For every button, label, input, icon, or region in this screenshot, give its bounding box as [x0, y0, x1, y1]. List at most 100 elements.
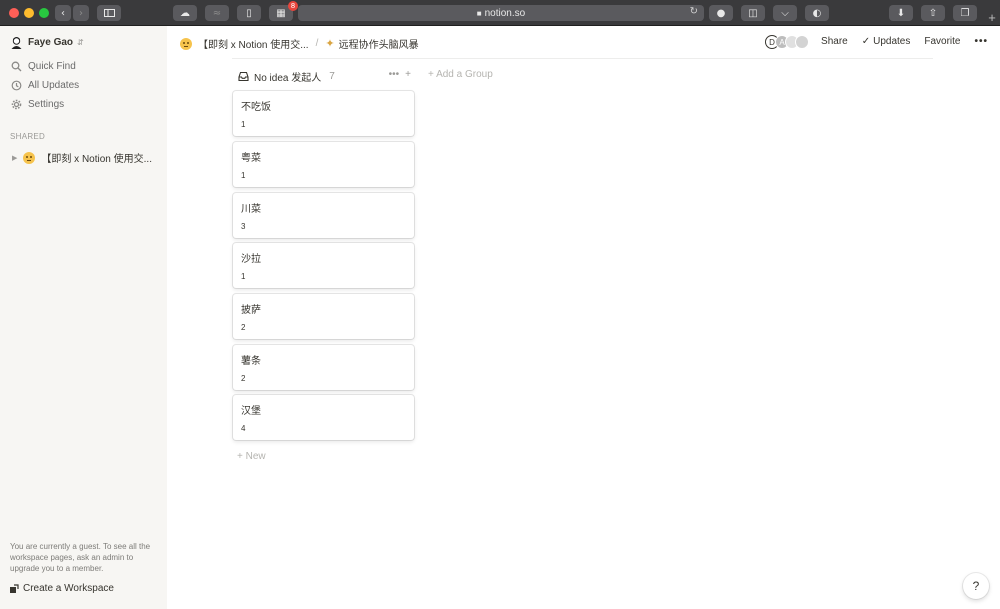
sidebar-item-label: All Updates — [28, 80, 80, 91]
sidebar-item-label: Settings — [28, 99, 65, 110]
party-popper-icon: ✦ — [325, 37, 335, 50]
face-emoji-icon — [23, 151, 36, 164]
browser-titlebar: ‹ › ☁ ≈ ▯ ▦ 8 ■ notion.so ↻ ● ◫ ⌵ ◐ ⬇ ⇧ … — [0, 0, 1000, 26]
new-card-button[interactable]: + New — [237, 451, 266, 462]
face-emoji-icon — [180, 37, 192, 50]
expand-triangle-icon[interactable]: ▶ — [12, 154, 17, 162]
board-card[interactable]: 川菜 3 — [233, 193, 414, 238]
add-group-button[interactable]: + Add a Group — [428, 69, 493, 80]
extension-button-3[interactable]: ● — [709, 5, 733, 21]
avatar — [11, 37, 22, 49]
extension-button-5[interactable]: ◐ — [805, 5, 829, 21]
breadcrumb-current[interactable]: 远程协作头脑风暴 — [339, 36, 419, 51]
browser-forward-button[interactable]: › — [73, 5, 89, 21]
notification-badge: 8 — [288, 1, 298, 11]
address-bar[interactable]: ■ notion.so ↻ — [298, 5, 704, 21]
card-title: 汉堡 — [241, 406, 261, 417]
chevron-updown-icon: ⇵ — [77, 38, 84, 47]
sidebar-toggle-button[interactable] — [97, 5, 121, 21]
breadcrumb-separator: / — [315, 38, 319, 49]
reload-icon[interactable]: ↻ — [690, 6, 698, 17]
sidebar: Faye Gao ⇵ Quick Find All Updates Settin… — [0, 26, 167, 609]
card-value: 3 — [241, 222, 246, 231]
pocket-icon: ⌵ — [781, 7, 789, 19]
favorite-button[interactable]: Favorite — [924, 36, 960, 47]
more-options-button[interactable]: ••• — [974, 36, 988, 47]
tabs-icon: ❐ — [960, 7, 970, 19]
group-name: No idea 发起人 — [254, 72, 322, 84]
share-sheet-button[interactable]: ⇧ — [921, 5, 945, 21]
plus-icon: + — [988, 10, 996, 25]
sidebar-item-settings[interactable]: Settings — [11, 99, 64, 110]
new-tab-button[interactable]: + — [984, 10, 1000, 26]
breadcrumb: 【即刻 x Notion 使用交... / ✦ 远程协作头脑风暴 — [180, 36, 419, 51]
sidebar-item-quick-find[interactable]: Quick Find — [11, 61, 76, 72]
card-title: 不吃饭 — [241, 102, 271, 113]
board-card[interactable]: 不吃饭 1 — [233, 91, 414, 136]
chevron-left-icon: ‹ — [61, 7, 65, 19]
board-card[interactable]: 薯条 2 — [233, 345, 414, 390]
card-value: 4 — [241, 424, 246, 433]
sidebar-shared-page[interactable]: ▶ 【即刻 x Notion 使用交... — [12, 150, 152, 165]
card-title: 沙拉 — [241, 254, 261, 265]
board-card[interactable]: 沙拉 1 — [233, 243, 414, 288]
rss-button[interactable]: ≈ — [205, 5, 229, 21]
rss-icon: ≈ — [212, 7, 222, 19]
group-count: 7 — [329, 70, 335, 82]
phone-icon: ▯ — [246, 7, 252, 19]
card-value: 1 — [241, 272, 246, 281]
workspace-switcher[interactable]: Faye Gao ⇵ — [10, 36, 84, 49]
download-icon: ⬇ — [896, 7, 906, 19]
group-more-button[interactable]: ••• — [389, 69, 400, 80]
updates-button[interactable]: ✓ Updates — [862, 36, 911, 47]
extension-button-4[interactable]: ◫ — [741, 5, 765, 21]
help-button[interactable]: ? — [963, 573, 989, 599]
board-group-header[interactable]: No idea 发起人 7 ••• + — [238, 68, 415, 84]
downloads-button[interactable]: ⬇ — [889, 5, 913, 21]
extension-button-1[interactable]: ☁ — [173, 5, 197, 21]
page-actions: Share ✓ Updates Favorite ••• — [807, 36, 988, 47]
cloud-icon: ☁ — [180, 7, 190, 19]
card-title: 薯条 — [241, 356, 261, 367]
create-workspace-button[interactable]: Create a Workspace — [9, 583, 114, 594]
gear-icon — [11, 99, 22, 110]
phone-button[interactable]: ▯ — [237, 5, 261, 21]
page-topbar: 【即刻 x Notion 使用交... / ✦ 远程协作头脑风暴 D A Sha… — [167, 26, 1000, 58]
person-icon: ● — [716, 7, 726, 19]
shared-page-label: 【即刻 x Notion 使用交... — [41, 154, 152, 165]
card-value: 1 — [241, 120, 246, 129]
browser-back-button[interactable]: ‹ — [55, 5, 71, 21]
group-tools: ••• + — [383, 69, 411, 80]
collaborator-avatars[interactable]: D A — [765, 35, 809, 49]
globe-icon: ◐ — [812, 7, 822, 19]
card-title: 川菜 — [241, 204, 261, 215]
clock-icon — [11, 80, 22, 91]
sidebar-item-all-updates[interactable]: All Updates — [11, 80, 79, 91]
board-card[interactable]: 汉堡 4 — [233, 395, 414, 440]
extension-button-2[interactable]: ▦ 8 — [269, 1, 298, 21]
board-card[interactable]: 披萨 2 — [233, 294, 414, 339]
group-add-card-button[interactable]: + — [405, 69, 411, 80]
create-workspace-label: Create a Workspace — [23, 583, 114, 594]
check-icon: ✓ — [861, 36, 871, 47]
card-value: 2 — [241, 323, 246, 332]
workspace-name: Faye Gao — [28, 37, 74, 48]
card-title: 披萨 — [241, 305, 261, 316]
card-value: 2 — [241, 374, 246, 383]
grid-icon: ▦ — [276, 7, 286, 19]
window-close-button[interactable] — [9, 8, 19, 18]
pocket-button[interactable]: ⌵ — [773, 5, 797, 21]
window-maximize-button[interactable] — [39, 8, 49, 18]
tabs-overview-button[interactable]: ❐ — [953, 5, 977, 21]
header-divider — [232, 58, 933, 59]
updates-label: Updates — [873, 36, 911, 47]
share-icon: ⇧ — [928, 7, 938, 19]
card-title: 粤菜 — [241, 153, 261, 164]
workspace-add-icon — [10, 583, 19, 593]
board-card[interactable]: 粤菜 1 — [233, 142, 414, 187]
search-icon — [11, 61, 22, 72]
share-button[interactable]: Share — [821, 36, 848, 47]
window-minimize-button[interactable] — [24, 8, 34, 18]
lock-icon: ■ — [476, 8, 482, 18]
breadcrumb-parent[interactable]: 【即刻 x Notion 使用交... — [198, 36, 309, 51]
